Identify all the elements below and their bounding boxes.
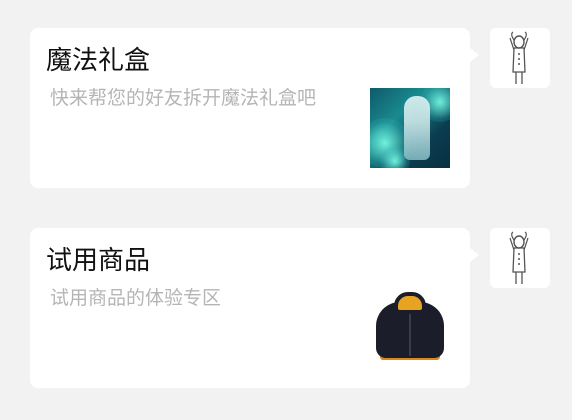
- magic-box-card[interactable]: 魔法礼盒 快来帮您的好友拆开魔法礼盒吧: [30, 28, 479, 188]
- sender-avatar[interactable]: [490, 28, 550, 88]
- message-row-trial-products: 试用商品 试用商品的体验专区: [0, 228, 572, 388]
- stick-figure-avatar-icon: [509, 231, 529, 284]
- card-description: 快来帮您的好友拆开魔法礼盒吧: [50, 87, 317, 109]
- trial-products-card[interactable]: 试用商品 试用商品的体验专区: [30, 228, 479, 388]
- magic-box-thumbnail: [370, 88, 450, 168]
- card-description: 试用商品的体验专区: [50, 287, 222, 309]
- card-title: 试用商品: [46, 246, 151, 276]
- jacket-thumbnail: [370, 288, 450, 368]
- stick-figure-avatar-icon: [509, 31, 529, 84]
- sender-avatar[interactable]: [490, 228, 550, 288]
- message-row-magic-box: 魔法礼盒 快来帮您的好友拆开魔法礼盒吧: [0, 28, 572, 188]
- card-title: 魔法礼盒: [46, 46, 151, 76]
